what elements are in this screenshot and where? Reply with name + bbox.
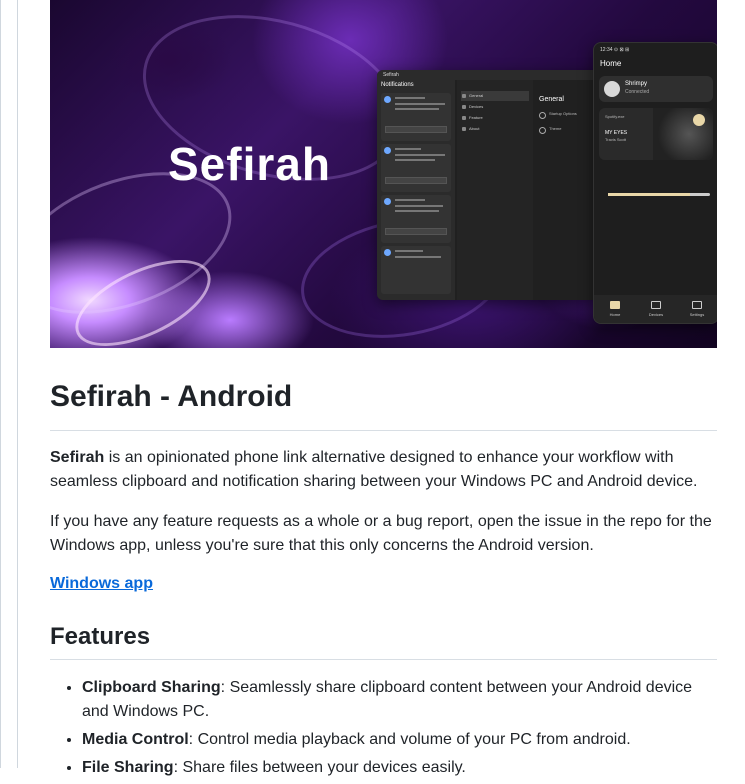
feature-name: Media Control xyxy=(82,731,189,748)
settings-item: About xyxy=(461,124,529,134)
general-header: General xyxy=(539,96,564,103)
list-item: Clipboard Sharing: Seamlessly share clip… xyxy=(82,676,717,724)
notifications-panel: Notifications xyxy=(377,80,455,300)
play-pause-icon xyxy=(693,114,705,126)
page-title: Sefirah - Android xyxy=(50,380,293,413)
nav-devices: Devices xyxy=(641,301,671,317)
volume-slider xyxy=(608,193,710,196)
device-card: Shrimpy Connected xyxy=(599,76,713,102)
avatar xyxy=(604,81,620,97)
status-bar: 12:34 ⊙ ⊠ ⊞ xyxy=(600,47,630,53)
settings-item: General xyxy=(461,91,529,101)
windows-app-link[interactable]: Windows app xyxy=(50,575,153,593)
media-source: Spotify.exe xyxy=(605,114,625,119)
app-icon xyxy=(384,198,391,205)
reply-field xyxy=(385,177,447,184)
app-icon xyxy=(384,249,391,256)
intro-text: is an opinionated phone link alternative… xyxy=(50,449,698,490)
app-icon xyxy=(384,147,391,154)
nav-home: Home xyxy=(600,301,630,317)
notification-card xyxy=(381,93,451,141)
divider xyxy=(50,659,717,660)
list-item: File Sharing: Share files between your d… xyxy=(82,756,717,780)
intro-bold: Sefirah xyxy=(50,449,105,466)
notifications-header: Notifications xyxy=(381,82,414,88)
device-status: Connected xyxy=(625,89,650,95)
list-item: Media Control: Control media playback an… xyxy=(82,728,717,752)
readme-article: Sefirah Sefirah Notifications General De… xyxy=(50,0,717,776)
media-title: MY EYES xyxy=(605,130,628,136)
feature-request-paragraph: If you have any feature requests as a wh… xyxy=(50,513,712,554)
phone-app-mockup: 12:34 ⊙ ⊠ ⊞ Home Shrimpy Connected Spoti… xyxy=(593,42,717,324)
divider xyxy=(50,430,717,431)
app-icon xyxy=(384,96,391,103)
feature-name: Clipboard Sharing xyxy=(82,679,221,696)
bottom-nav: Home Devices Settings xyxy=(594,295,717,323)
features-heading: Features xyxy=(50,623,151,650)
feature-desc: : Control media playback and volume of y… xyxy=(188,731,631,748)
device-name: Shrimpy xyxy=(625,81,648,87)
reply-field xyxy=(385,228,447,235)
media-artist: Travis Scott xyxy=(605,137,626,142)
settings-item: Feature xyxy=(461,113,529,123)
settings-item: Devices xyxy=(461,102,529,112)
brand-logo-text: Sefirah xyxy=(168,138,331,190)
intro-paragraph: Sefirah is an opinionated phone link alt… xyxy=(50,446,717,494)
notification-card xyxy=(381,144,451,192)
banner-image: Sefirah Sefirah Notifications General De… xyxy=(50,0,717,348)
notification-card xyxy=(381,246,451,294)
sidebar-frame xyxy=(0,0,18,768)
settings-nav: General Devices Feature About xyxy=(457,80,533,300)
nav-settings: Settings xyxy=(682,301,712,317)
notification-card xyxy=(381,195,451,243)
home-title: Home xyxy=(600,59,622,68)
media-card: Spotify.exe MY EYES Travis Scott xyxy=(599,108,713,160)
reply-field xyxy=(385,126,447,133)
